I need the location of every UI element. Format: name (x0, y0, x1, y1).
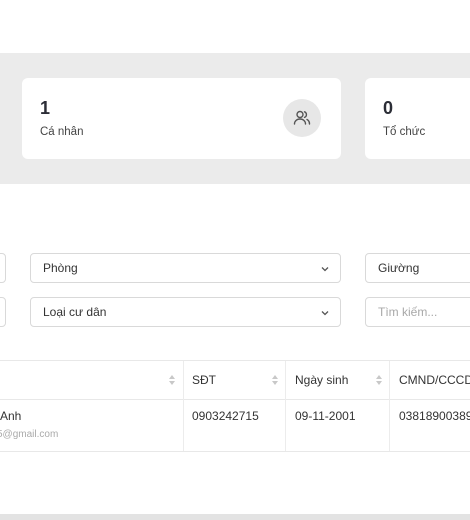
footer-band (0, 514, 470, 520)
row-divider (0, 451, 470, 452)
room-select[interactable]: Phòng (30, 253, 341, 283)
room-select-value: Phòng (43, 261, 78, 275)
bed-select[interactable]: Giường (365, 253, 470, 283)
row-dob: 09-11-2001 (295, 409, 356, 423)
column-divider (389, 361, 390, 451)
left-filter-2[interactable] (0, 297, 6, 327)
chevron-down-icon (321, 267, 329, 272)
search-placeholder: Tìm kiếm... (378, 305, 438, 319)
column-dob[interactable]: Ngày sinh (295, 361, 348, 399)
row-id-card: 03818900389 (399, 409, 470, 423)
sort-icon[interactable] (271, 374, 279, 386)
users-icon (283, 99, 321, 137)
bed-select-value: Giường (378, 261, 420, 275)
column-divider (183, 361, 184, 451)
sort-icon[interactable] (375, 374, 383, 386)
stat-card-individual[interactable]: 1 Cá nhân (22, 78, 341, 159)
stats-band: 1 Cá nhân 0 Tổ chức (0, 53, 470, 184)
left-filter-1[interactable] (0, 253, 6, 283)
column-id-card[interactable]: CMND/CCCD (399, 361, 470, 399)
column-phone[interactable]: SĐT (192, 361, 216, 399)
stat-card-organization[interactable]: 0 Tổ chức (365, 78, 470, 159)
stat-individual-count: 1 (40, 98, 51, 118)
stat-individual-label: Cá nhân (40, 126, 84, 138)
row-name: Anh (0, 409, 22, 423)
resident-type-select-value: Loại cư dân (43, 305, 107, 319)
column-divider (285, 361, 286, 451)
chevron-down-icon (321, 311, 329, 316)
sort-icon[interactable] (168, 374, 176, 386)
search-input[interactable]: Tìm kiếm... (365, 297, 470, 327)
stat-organization-label: Tổ chức (383, 126, 426, 138)
resident-type-select[interactable]: Loại cư dân (30, 297, 341, 327)
stat-organization-count: 0 (383, 98, 394, 118)
table-header: SĐT Ngày sinh CMND/CCCD (0, 360, 470, 400)
row-phone: 0903242715 (192, 409, 259, 423)
row-email: 5@gmail.com (0, 429, 59, 440)
